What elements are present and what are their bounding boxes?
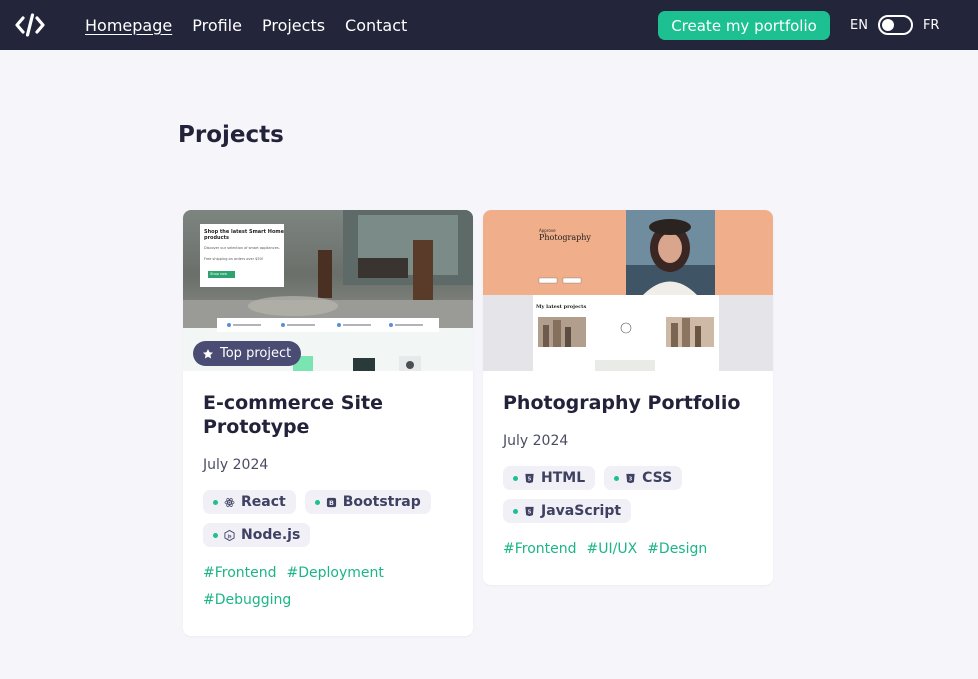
lang-label-en: EN <box>850 17 868 33</box>
tag-dot <box>213 532 218 538</box>
star-icon <box>202 348 214 360</box>
project-thumbnail[interactable]: Shop the latest Smart Home products Disc… <box>183 210 473 371</box>
project-card-ecommerce[interactable]: Shop the latest Smart Home products Disc… <box>183 210 473 636</box>
tech-tag-react[interactable]: React <box>203 490 296 514</box>
project-card-photography[interactable]: Approve Photography My latest projects P… <box>483 210 773 585</box>
page-title: Projects <box>178 122 284 148</box>
tag-dot <box>213 499 218 505</box>
hashtag[interactable]: #Debugging <box>203 591 291 609</box>
tag-dot <box>314 499 320 505</box>
nav-links: Homepage Profile Projects Contact <box>85 0 407 50</box>
html5-icon: 5 <box>524 473 535 484</box>
svg-text:5: 5 <box>528 509 532 515</box>
tech-tag-javascript[interactable]: 5 JavaScript <box>503 499 632 523</box>
toggle-knob <box>881 19 894 31</box>
hashtag[interactable]: #Frontend <box>203 564 277 582</box>
card-body: Photography Portfolio July 2024 5 HTML 3… <box>483 371 773 558</box>
bootstrap-icon: B <box>326 497 337 508</box>
react-icon <box>224 497 235 508</box>
project-title[interactable]: Photography Portfolio <box>503 391 753 415</box>
tech-tags: React B Bootstrap js Node.js <box>203 490 453 547</box>
tech-tag-label: Bootstrap <box>342 494 421 510</box>
svg-text:3: 3 <box>629 476 633 482</box>
thumb-line-1: Discover our selection of smart applianc… <box>204 246 280 250</box>
svg-text:5: 5 <box>528 476 532 482</box>
hashtag[interactable]: #UI/UX <box>587 540 638 558</box>
tag-dot <box>513 475 518 481</box>
hashtag[interactable]: #Design <box>647 540 707 558</box>
thumb-line-2: Free shipping on orders over $50! <box>204 257 264 261</box>
nodejs-icon: js <box>224 529 235 541</box>
language-toggle[interactable] <box>877 15 913 35</box>
project-date: July 2024 <box>503 433 569 449</box>
create-portfolio-button[interactable]: Create my portfolio <box>658 11 830 40</box>
top-project-badge: Top project <box>193 341 302 366</box>
nav-link-profile[interactable]: Profile <box>192 16 242 35</box>
css3-icon: 3 <box>625 473 636 484</box>
tech-tag-label: React <box>241 494 286 510</box>
svg-text:B: B <box>329 498 334 506</box>
tag-dot <box>614 475 620 481</box>
thumb-headline: Shop the latest Smart Home products <box>204 229 284 241</box>
thumb-shop-button: Shop now <box>210 272 228 276</box>
language-switch: EN FR <box>850 0 939 50</box>
project-thumbnail[interactable]: Approve Photography My latest projects <box>483 210 773 371</box>
top-navbar: Homepage Profile Projects Contact Create… <box>0 0 978 50</box>
card-body: E-commerce Site Prototype July 2024 Reac… <box>183 371 473 609</box>
tech-tag-nodejs[interactable]: js Node.js <box>203 523 311 547</box>
js-icon: 5 <box>524 506 535 517</box>
project-title[interactable]: E-commerce Site Prototype <box>203 391 453 439</box>
hashtag[interactable]: #Frontend <box>503 540 577 558</box>
code-icon[interactable] <box>14 12 46 38</box>
hashtag-list: #Frontend #UI/UX #Design <box>503 540 753 558</box>
tech-tag-label: CSS <box>642 470 673 486</box>
tech-tag-html[interactable]: 5 HTML <box>503 466 596 490</box>
tech-tag-label: HTML <box>541 470 586 486</box>
nav-link-contact[interactable]: Contact <box>345 16 407 35</box>
nav-link-homepage[interactable]: Homepage <box>85 16 172 35</box>
tech-tag-bootstrap[interactable]: B Bootstrap <box>304 490 431 514</box>
tech-tags: 5 HTML 3 CSS 5 JavaScript <box>503 466 753 523</box>
lang-label-fr: FR <box>922 17 940 33</box>
tech-tag-label: JavaScript <box>541 503 622 519</box>
hashtag-list: #Frontend #Deployment #Debugging <box>203 564 453 609</box>
tech-tag-css[interactable]: 3 CSS <box>604 466 683 490</box>
hashtag[interactable]: #Deployment <box>287 564 384 582</box>
tech-tag-label: Node.js <box>241 527 301 543</box>
tag-dot <box>513 508 518 514</box>
thumb-section-title: My latest projects <box>536 304 587 310</box>
project-date: July 2024 <box>203 457 269 473</box>
nav-link-projects[interactable]: Projects <box>262 16 325 35</box>
thumb-title: Photography <box>539 233 591 242</box>
badge-label: Top project <box>220 346 292 361</box>
svg-text:js: js <box>227 533 232 538</box>
